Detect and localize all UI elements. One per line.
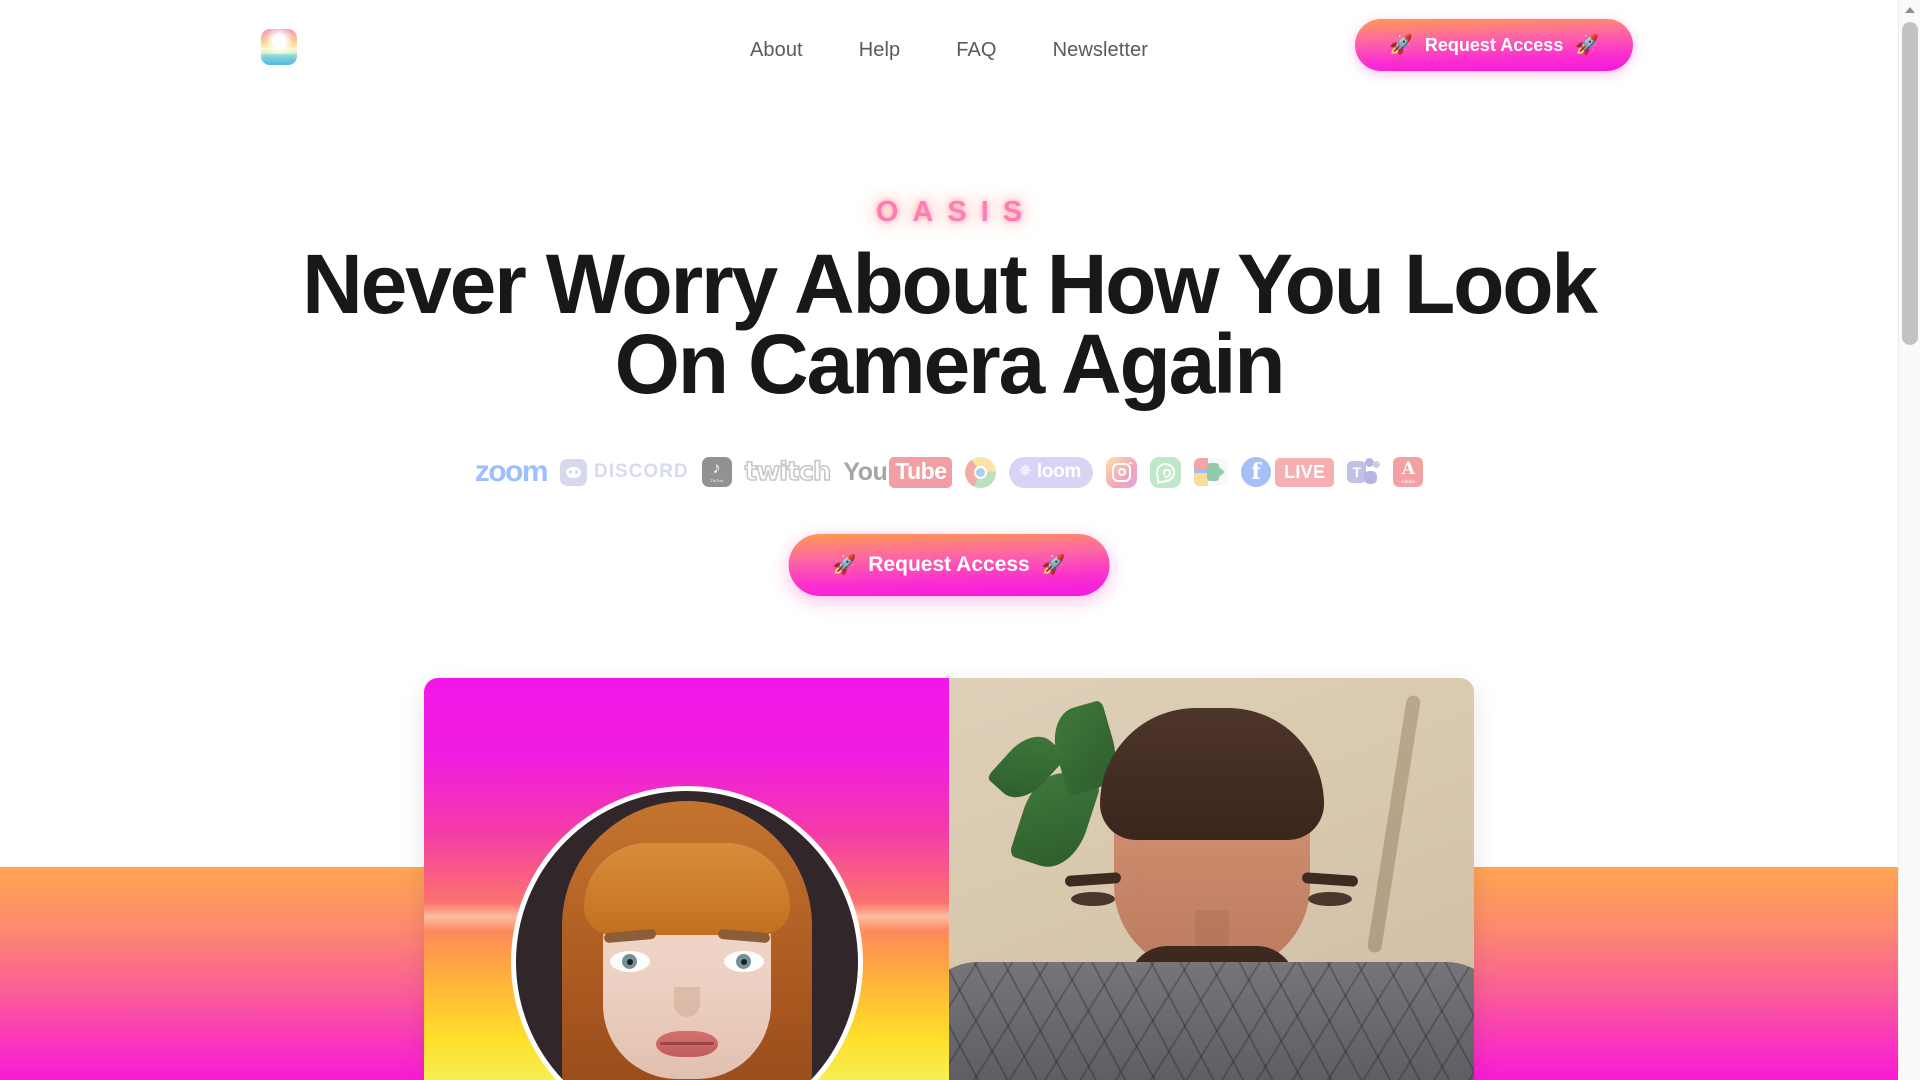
- chrome-logo: [965, 455, 997, 489]
- nav-item-faq[interactable]: FAQ: [952, 33, 1000, 68]
- scrollbar-up-arrow-icon[interactable]: [1899, 0, 1920, 20]
- twitch-logo: twitch: [744, 456, 832, 488]
- chrome-icon: [965, 456, 997, 488]
- zoom-logo: zoom: [474, 455, 549, 488]
- tiktok-icon: ♪ TikTok: [701, 457, 732, 487]
- brand-wordmark: OASIS: [0, 196, 1898, 229]
- loom-logo: ✵ loom: [1009, 455, 1094, 489]
- header-cta-label: Request Access: [1424, 34, 1564, 55]
- scrollbar-thumb[interactable]: [1902, 22, 1918, 345]
- discord-logo: DISCORD: [560, 455, 689, 489]
- teams-icon: T: [1347, 457, 1381, 487]
- nav-item-newsletter[interactable]: Newsletter: [1049, 33, 1152, 68]
- instagram-icon: [1106, 456, 1138, 488]
- instagram-logo: [1106, 455, 1138, 489]
- site-header: About Help FAQ Newsletter 🚀 Request Acce…: [0, 0, 1898, 100]
- headline-line-2: On Camera Again: [614, 316, 1286, 411]
- facebook-live-logo: f LIVE: [1241, 455, 1335, 489]
- page-scrollbar[interactable]: [1898, 0, 1920, 1080]
- page-headline: Never Worry About How You Look On Camera…: [0, 242, 1898, 406]
- discord-icon: [560, 458, 588, 486]
- nav-item-help[interactable]: Help: [855, 33, 905, 68]
- integration-logo-strip: zoom DISCORD ♪ TikTok twitch You Tube ✵ …: [0, 455, 1898, 489]
- header-request-access-button[interactable]: 🚀 Request Access 🚀: [1355, 19, 1633, 71]
- adobe-logo: A Adobe: [1393, 455, 1424, 489]
- nav-item-about[interactable]: About: [746, 33, 807, 68]
- rocket-icon: 🚀: [832, 554, 857, 576]
- browser-viewport: About Help FAQ Newsletter 🚀 Request Acce…: [0, 0, 1920, 1080]
- webcam-video-half[interactable]: [949, 678, 1474, 1080]
- google-meet-icon: [1194, 458, 1229, 486]
- tiktok-logo: ♪ TikTok: [701, 455, 732, 489]
- google-meet-logo: [1194, 455, 1229, 489]
- whatsapp-logo: [1150, 455, 1182, 489]
- rocket-icon: 🚀: [1389, 34, 1413, 56]
- hero-cta-label: Request Access: [868, 553, 1030, 576]
- demo-video-panel[interactable]: [424, 678, 1474, 1080]
- loom-burst-icon: ✵: [1018, 463, 1032, 480]
- page-content: About Help FAQ Newsletter 🚀 Request Acce…: [0, 0, 1898, 1080]
- microsoft-teams-logo: T: [1347, 455, 1381, 489]
- adobe-icon: A Adobe: [1393, 457, 1424, 487]
- whatsapp-icon: [1150, 456, 1182, 488]
- hero-request-access-button[interactable]: 🚀 Request Access 🚀: [788, 534, 1110, 596]
- rocket-icon: 🚀: [1575, 34, 1599, 56]
- facebook-icon: f: [1241, 457, 1272, 487]
- rocket-icon: 🚀: [1041, 554, 1066, 576]
- youtube-logo: You Tube: [843, 455, 953, 489]
- avatar-video-half[interactable]: [424, 678, 949, 1080]
